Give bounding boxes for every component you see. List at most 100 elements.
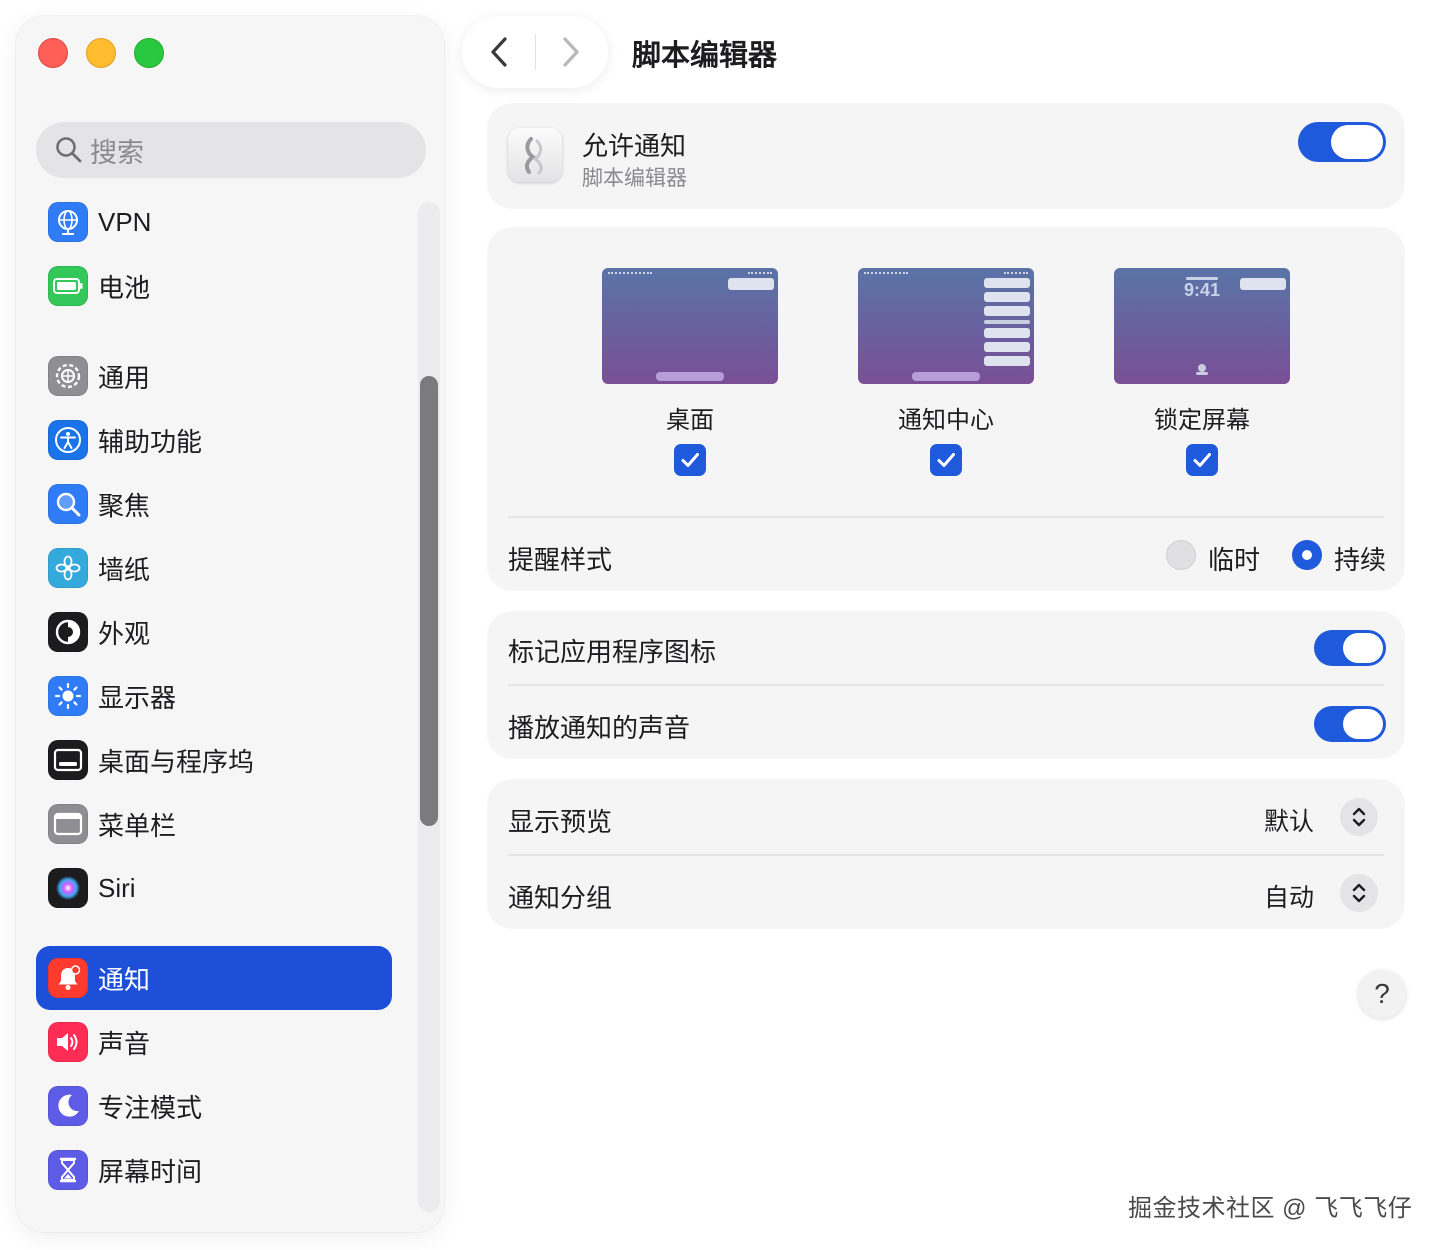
lock-screen-preview[interactable]: 9:41 (1114, 268, 1290, 384)
notification-center-checkbox[interactable] (930, 444, 962, 476)
sidebar-item-focus[interactable]: 专注模式 (36, 1074, 392, 1138)
menubar-icon (48, 804, 88, 844)
sidebar-item-label: Siri (98, 872, 136, 903)
watermark: 掘金技术社区 @ 飞飞飞仔 (1128, 1195, 1413, 1222)
accessibility-icon (48, 420, 88, 460)
sidebar-item-label: 专注模式 (98, 1092, 203, 1123)
sidebar-item-notifications[interactable]: 通知 (36, 946, 392, 1010)
badge-app-icon-label: 标记应用程序图标 (508, 637, 717, 667)
globe-icon (48, 202, 88, 242)
up-down-chevron-icon (1352, 807, 1366, 827)
desktop-label: 桌面 (666, 407, 714, 434)
search-field[interactable]: 搜索 (36, 122, 426, 178)
sidebar-item-wallpaper[interactable]: 墙纸 (36, 536, 392, 600)
flower-icon (48, 548, 88, 588)
allow-notifications-card: 允许通知 脚本编辑器 (488, 104, 1404, 208)
desktop-checkbox[interactable] (674, 444, 706, 476)
back-button[interactable] (480, 32, 520, 72)
speaker-icon (48, 1022, 88, 1062)
allow-notifications-subtitle: 脚本编辑器 (582, 167, 687, 190)
minimize-window-button[interactable] (86, 38, 116, 68)
show-previews-popup-button[interactable] (1340, 798, 1378, 836)
help-button[interactable]: ? (1358, 970, 1406, 1018)
sidebar-scrollbar-thumb[interactable] (420, 376, 438, 826)
notification-grouping-popup-button[interactable] (1340, 874, 1378, 912)
sidebar-item-siri[interactable]: Siri (36, 856, 392, 920)
page-title: 脚本编辑器 (632, 40, 778, 72)
moon-icon (48, 1086, 88, 1126)
checkmark-icon (1193, 453, 1211, 467)
chevron-left-icon (491, 37, 507, 67)
zoom-window-button[interactable] (134, 38, 164, 68)
sidebar-item-label: 显示器 (98, 682, 177, 713)
up-down-chevron-icon (1352, 883, 1366, 903)
nav-divider (535, 34, 536, 70)
sidebar-item-vpn[interactable]: VPN (36, 190, 392, 254)
script-editor-app-icon (508, 128, 562, 182)
battery-icon (48, 266, 88, 306)
temporary-label: 临时 (1208, 545, 1261, 575)
sidebar-item-screen-time[interactable]: 屏幕时间 (36, 1138, 392, 1202)
persistent-radio[interactable] (1292, 540, 1322, 570)
sidebar-item-desktop-dock[interactable]: 桌面与程序坞 (36, 728, 392, 792)
sidebar-item-spotlight[interactable]: 聚焦 (36, 472, 392, 536)
window-controls (38, 38, 164, 68)
sidebar-item-label: 通用 (98, 362, 151, 393)
sidebar-item-label: 墙纸 (98, 554, 151, 585)
notification-center-label: 通知中心 (898, 407, 994, 434)
show-previews-value[interactable]: 默认 (1264, 802, 1314, 838)
dock-icon (48, 740, 88, 780)
play-sound-toggle[interactable] (1314, 706, 1386, 742)
notification-grouping-value[interactable]: 自动 (1264, 878, 1314, 914)
gear-icon (48, 356, 88, 396)
sidebar-item-appearance[interactable]: 外观 (36, 600, 392, 664)
desktop-preview[interactable] (602, 268, 778, 384)
preview-grouping-card: 显示预览 默认 通知分组 自动 (488, 780, 1404, 928)
settings-window: 搜索 VPN 电池 通用 辅助功能 聚焦 墙纸 外观 显示器 桌面与程序坞 菜单… (0, 0, 1446, 1250)
sidebar-item-label: 屏幕时间 (98, 1156, 203, 1187)
checkmark-icon (937, 453, 955, 467)
chevron-right-icon (563, 37, 579, 67)
allow-notifications-toggle[interactable] (1298, 122, 1386, 162)
allow-notifications-title: 允许通知 (582, 131, 687, 161)
sidebar-item-menu-bar[interactable]: 菜单栏 (36, 792, 392, 856)
search-placeholder: 搜索 (90, 137, 144, 168)
hourglass-icon (48, 1150, 88, 1190)
sun-icon (48, 676, 88, 716)
sidebar-item-label: 声音 (98, 1028, 151, 1059)
sidebar-item-label: VPN (98, 206, 152, 237)
temporary-radio[interactable] (1166, 540, 1196, 570)
play-sound-label: 播放通知的声音 (508, 713, 691, 743)
sidebar-item-general[interactable]: 通用 (36, 344, 392, 408)
siri-icon (48, 868, 88, 908)
sidebar-item-label: 通知 (98, 964, 151, 995)
checkmark-icon (681, 453, 699, 467)
sidebar-item-sound[interactable]: 声音 (36, 1010, 392, 1074)
sidebar-item-label: 外观 (98, 618, 151, 649)
sidebar-item-label: 辅助功能 (98, 426, 203, 457)
search-icon (56, 137, 82, 163)
forward-button[interactable] (550, 32, 590, 72)
magnifier-icon (48, 484, 88, 524)
divider (508, 684, 1384, 686)
history-navigation (462, 16, 608, 88)
alert-style-card: 9:41 桌面 通知中心 锁定屏幕 提醒样式 临时 持续 (488, 228, 1404, 590)
notification-grouping-label: 通知分组 (508, 883, 613, 913)
sidebar-item-label: 菜单栏 (98, 810, 177, 841)
lock-screen-label: 锁定屏幕 (1154, 407, 1250, 434)
close-window-button[interactable] (38, 38, 68, 68)
appearance-icon (48, 612, 88, 652)
badge-app-icon-toggle[interactable] (1314, 630, 1386, 666)
sidebar-item-accessibility[interactable]: 辅助功能 (36, 408, 392, 472)
lock-screen-checkbox[interactable] (1186, 444, 1218, 476)
persistent-label: 持续 (1334, 545, 1387, 575)
notification-center-preview[interactable] (858, 268, 1034, 384)
sidebar-item-label: 聚焦 (98, 490, 151, 521)
sidebar-item-label: 桌面与程序坞 (98, 746, 255, 777)
badge-sound-card: 标记应用程序图标 播放通知的声音 (488, 612, 1404, 758)
sidebar-item-label: 电池 (98, 272, 151, 303)
sidebar-item-displays[interactable]: 显示器 (36, 664, 392, 728)
sidebar: 搜索 VPN 电池 通用 辅助功能 聚焦 墙纸 外观 显示器 桌面与程序坞 菜单… (16, 16, 444, 1232)
alert-style-label: 提醒样式 (508, 545, 613, 575)
sidebar-item-battery[interactable]: 电池 (36, 254, 392, 318)
